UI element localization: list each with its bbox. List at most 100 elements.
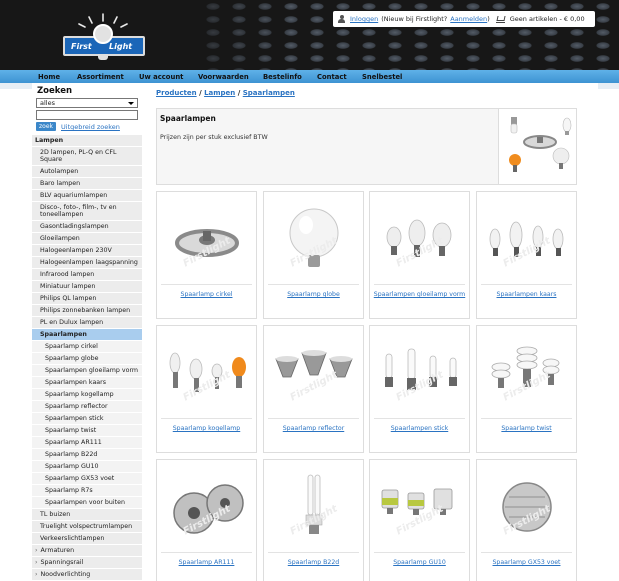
sidebar-item-spaarlamp-globe[interactable]: Spaarlamp globe [32,353,142,365]
sidebar-item-gloeilampen[interactable]: Gloeilampen [32,233,142,245]
sidebar-item-spaarlamp-cirkel[interactable]: Spaarlamp cirkel [32,341,142,353]
sidebar-item-spanningsrail[interactable]: Spanningsrail [32,557,142,569]
sidebar-item-spaarlampen[interactable]: Spaarlampen [32,329,142,341]
sidebar-item-spaarlampen-kaars[interactable]: Spaarlampen kaars [32,377,142,389]
product-card[interactable]: Firstlight Spaarlamp globe [263,191,364,319]
sidebar-item-lampen[interactable]: Lampen [32,135,142,147]
sidebar-item-halogeenlampen-230v[interactable]: Halogeenlampen 230V [32,245,142,257]
sidebar-item-philips-zonnebanken-lampen[interactable]: Philips zonnebanken lampen [32,305,142,317]
sidebar-item-blv-aquariumlampen[interactable]: BLV aquariumlampen [32,190,142,202]
sidebar-item-autolampen[interactable]: Autolampen [32,166,142,178]
sidebar-item-spaarlamp-r7s[interactable]: Spaarlamp R7s [32,485,142,497]
product-card[interactable]: Firstlight Spaarlamp kogellamp [156,325,257,453]
nav-home[interactable]: Home [38,73,60,81]
product-link[interactable]: Spaarlampen stick [372,424,467,433]
breadcrumb: Producten / Lampen / Spaarlampen [156,89,295,97]
account-bar: Inloggen (Nieuw bij Firstlight? Aanmelde… [333,11,595,27]
product-image[interactable]: Firstlight [374,463,465,553]
sidebar-item-baro-lampen[interactable]: Baro lampen [32,178,142,190]
sidebar-item-infrarood-lampen[interactable]: Infrarood lampen [32,269,142,281]
breadcrumb-spaarlampen[interactable]: Spaarlampen [243,89,295,97]
nav-snelbestel[interactable]: Snelbestel [362,73,402,81]
globe-lamp-icon [289,208,339,267]
product-image[interactable]: Firstlight [161,463,252,553]
sidebar-item-spaarlampen-voor-buiten[interactable]: Spaarlampen voor buiten [32,497,142,509]
gx53-lamp-icon [502,482,552,532]
product-card[interactable]: Firstlight Spaarlamp GX53 voet [476,459,577,581]
product-link[interactable]: Spaarlamp globe [266,290,361,299]
product-card[interactable]: Firstlight Spaarlampen stick [369,325,470,453]
product-image[interactable]: Firstlight [481,463,572,553]
product-image[interactable]: Firstlight [268,463,359,553]
sidebar-item-tl-buizen[interactable]: TL buizen [32,509,142,521]
sidebar-item-armaturen[interactable]: Armaturen [32,545,142,557]
sidebar-item-spaarlamp-reflector[interactable]: Spaarlamp reflector [32,401,142,413]
sidebar-item-spaarlamp-b22d[interactable]: Spaarlamp B22d [32,449,142,461]
product-link[interactable]: Spaarlampen kaars [479,290,574,299]
sidebar-item-truelight-volspectrumlampen[interactable]: Truelight volspectrumlampen [32,521,142,533]
sidebar-item-verkeerslichtlampen[interactable]: Verkeerslichtlampen [32,533,142,545]
product-image[interactable]: Firstlight [161,329,252,419]
product-card[interactable]: Firstlight Spaarlamp AR111 [156,459,257,581]
nav-assortiment[interactable]: Assortiment [77,73,124,81]
product-card[interactable]: Firstlight Spaarlamp cirkel [156,191,257,319]
twist-lamps-icon [491,346,560,388]
product-image[interactable]: Firstlight [161,195,252,285]
sidebar-item-disco-foto-film-tv-en-toneellampen[interactable]: Disco-, foto-, film-, tv en toneellampen [32,202,142,221]
product-card[interactable]: Firstlight Spaarlamp reflector [263,325,364,453]
product-image[interactable]: Firstlight [481,195,572,285]
product-link[interactable]: Spaarlamp AR111 [159,558,254,567]
sidebar-item-spaarlamp-gx53-voet[interactable]: Spaarlamp GX53 voet [32,473,142,485]
sidebar-item-spaarlampen-gloeilamp-vorm[interactable]: Spaarlampen gloeilamp vorm [32,365,142,377]
cart-icon[interactable] [495,16,505,23]
product-link[interactable]: Spaarlampen gloeilamp vorm [372,290,467,299]
product-link[interactable]: Spaarlamp B22d [266,558,361,567]
product-image[interactable]: Firstlight [374,195,465,285]
sidebar-item-miniatuur-lampen[interactable]: Miniatuur lampen [32,281,142,293]
product-link[interactable]: Spaarlamp reflector [266,424,361,433]
site-header: First Light Inloggen (Nieuw bij Firstlig… [0,0,619,70]
product-card[interactable]: Firstlight Spaarlampen kaars [476,191,577,319]
breadcrumb-lampen[interactable]: Lampen [204,89,235,97]
nav-voorwaarden[interactable]: Voorwaarden [198,73,249,81]
sidebar-item-spaarlamp-kogellamp[interactable]: Spaarlamp kogellamp [32,389,142,401]
sidebar-item-philips-ql-lampen[interactable]: Philips QL lampen [32,293,142,305]
register-link[interactable]: Aanmelden [450,15,487,23]
product-image[interactable]: Firstlight [268,195,359,285]
nav-account[interactable]: Uw account [139,73,183,81]
sidebar-item-spaarlamp-gu10[interactable]: Spaarlamp GU10 [32,461,142,473]
search-button[interactable]: zoek [36,122,56,131]
cart-summary[interactable]: Geen artikelen - € 0,00 [510,15,585,23]
search-category-select[interactable]: alles [36,98,138,108]
product-image[interactable]: Firstlight [374,329,465,419]
nav-bestelinfo[interactable]: Bestelinfo [263,73,302,81]
sidebar-item-gasontladingslampen[interactable]: Gasontladingslampen [32,221,142,233]
login-link[interactable]: Inloggen [350,15,378,23]
sidebar-item-spaarlampen-stick[interactable]: Spaarlampen stick [32,413,142,425]
product-card[interactable]: Firstlight Spaarlamp GU10 [369,459,470,581]
product-card[interactable]: Firstlight Spaarlamp B22d [263,459,364,581]
sidebar-item-halogeenlampen-laagspanning[interactable]: Halogeenlampen laagspanning [32,257,142,269]
search-input[interactable] [36,110,138,120]
product-link[interactable]: Spaarlamp twist [479,424,574,433]
gu10-lamps-icon [381,488,453,515]
sidebar-item-spaarlamp-ar111[interactable]: Spaarlamp AR111 [32,437,142,449]
nav-contact[interactable]: Contact [317,73,347,81]
sidebar-item-noodverlichting[interactable]: Noodverlichting [32,569,142,581]
product-card[interactable]: Firstlight Spaarlampen gloeilamp vorm [369,191,470,319]
product-link[interactable]: Spaarlamp GX53 voet [479,558,574,567]
product-image[interactable]: Firstlight [268,329,359,419]
stick-lamps-icon [385,348,457,390]
sidebar-item-spaarlamp-twist[interactable]: Spaarlamp twist [32,425,142,437]
sidebar-item-pl-en-dulux-lampen[interactable]: PL en Dulux lampen [32,317,142,329]
sidebar-item-2d-lampen-pl-q-en-cfl-square[interactable]: 2D lampen, PL-Q en CFL Square [32,147,142,166]
firstlight-logo[interactable]: First Light [59,12,149,62]
product-link[interactable]: Spaarlamp GU10 [372,558,467,567]
advanced-search-link[interactable]: Uitgebreid zoeken [61,123,120,131]
product-image[interactable]: Firstlight [481,329,572,419]
product-card[interactable]: Firstlight Spaarlamp twist [476,325,577,453]
circle-lamp-icon [175,229,239,257]
product-link[interactable]: Spaarlamp kogellamp [159,424,254,433]
product-link[interactable]: Spaarlamp cirkel [159,290,254,299]
breadcrumb-producten[interactable]: Producten [156,89,197,97]
